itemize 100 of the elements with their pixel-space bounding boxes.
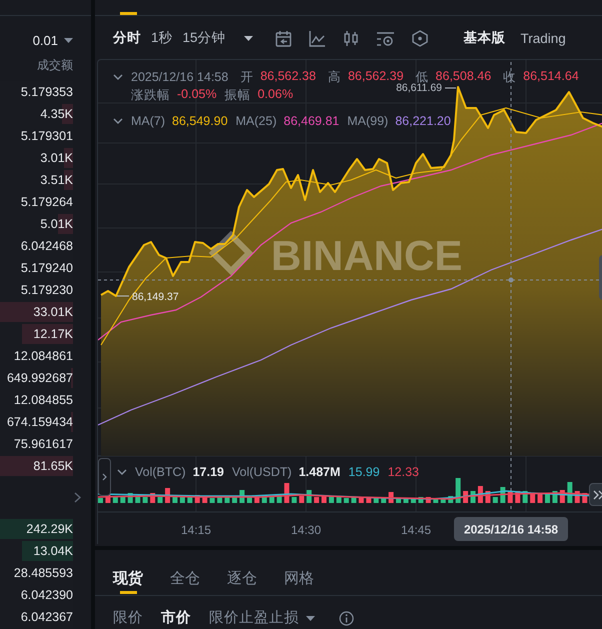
volume-bar bbox=[165, 488, 170, 503]
caret-down-icon[interactable] bbox=[244, 36, 253, 40]
volume-bar bbox=[567, 482, 572, 503]
watermark: BINANCE bbox=[208, 230, 462, 279]
tab-underline bbox=[120, 12, 137, 15]
ma-label: MA(7) bbox=[131, 114, 166, 128]
panel-toggle-button[interactable] bbox=[98, 458, 111, 496]
order-book-value: 6.042468 bbox=[20, 238, 73, 255]
chevron-down-icon[interactable] bbox=[113, 118, 123, 124]
ma-label: MA(25) bbox=[236, 114, 277, 128]
volume-bar bbox=[552, 491, 558, 503]
interval-tab[interactable]: 分时 bbox=[113, 29, 141, 47]
ma-value: 86,221.20 bbox=[395, 114, 451, 128]
volume-bar bbox=[172, 497, 178, 503]
legend-value: 86,562.39 bbox=[348, 68, 404, 82]
order-type-tab[interactable]: 限价止盈止损 bbox=[209, 609, 315, 627]
volume-bar bbox=[135, 497, 140, 503]
volume-bar bbox=[418, 497, 424, 503]
order-book-value: 242.29K bbox=[26, 521, 73, 538]
high-price-label: 86,611.69 bbox=[396, 82, 456, 94]
volume-bar bbox=[440, 498, 446, 503]
volume-bar bbox=[433, 498, 438, 503]
volume-bar bbox=[366, 498, 372, 503]
volume-bar bbox=[247, 497, 252, 503]
legend-value: -0.05% bbox=[177, 86, 217, 102]
trade-tab[interactable]: 网格 bbox=[284, 562, 314, 595]
order-book-value: 81.65K bbox=[33, 458, 73, 475]
volume-bar bbox=[388, 492, 394, 503]
volume-bar bbox=[142, 497, 148, 503]
volume-bar bbox=[158, 497, 163, 503]
volume-bar bbox=[344, 498, 349, 503]
volume-label: Vol(USDT) bbox=[232, 465, 292, 479]
order-type-tab[interactable]: 市价 bbox=[161, 609, 191, 627]
order-book-value: 6.042390 bbox=[20, 587, 73, 604]
caret-down-icon[interactable] bbox=[64, 38, 73, 42]
line-chart-icon[interactable] bbox=[308, 30, 326, 46]
volume-bar bbox=[463, 491, 468, 503]
legend-label: 低 bbox=[416, 68, 429, 84]
volume-bar bbox=[374, 498, 379, 503]
interval-tab[interactable]: 1秒 bbox=[151, 29, 173, 47]
calendar-icon[interactable] bbox=[274, 30, 292, 46]
order-book-value: 5.179301 bbox=[20, 128, 73, 145]
volume-bar bbox=[560, 490, 565, 503]
volume-bar bbox=[508, 491, 513, 503]
ma-value: 86,469.81 bbox=[284, 114, 340, 128]
chart-view-tab[interactable]: Trading bbox=[520, 29, 566, 47]
order-book-value: 5.179264 bbox=[20, 194, 73, 211]
volume-label: Vol(BTC) bbox=[135, 465, 186, 479]
legend-value: 86,514.64 bbox=[523, 68, 579, 84]
volume-bar bbox=[545, 493, 550, 503]
double-chevron-icon bbox=[593, 490, 602, 500]
volume-bar bbox=[403, 498, 408, 503]
volume-bar bbox=[269, 496, 274, 503]
order-book-value: 3.01K bbox=[40, 150, 73, 167]
order-book-value: 4.35K bbox=[40, 106, 73, 123]
chevron-down-icon[interactable] bbox=[117, 469, 127, 475]
volume-bar bbox=[574, 491, 580, 503]
volume-bar bbox=[240, 490, 245, 503]
trade-tab[interactable]: 全仓 bbox=[170, 562, 200, 595]
legend-label: 开 bbox=[240, 68, 254, 86]
order-book-value: 28.485593 bbox=[14, 565, 73, 582]
order-book-value: 5.01K bbox=[40, 216, 73, 233]
volume-bar bbox=[351, 497, 356, 503]
volume-bar bbox=[470, 491, 476, 503]
order-book-value: 13.04K bbox=[33, 543, 73, 560]
volume-bar bbox=[410, 498, 416, 503]
volume-bar bbox=[426, 497, 431, 503]
time-axis-label: 14:30 bbox=[290, 523, 322, 537]
order-book-value: 3.51K bbox=[40, 172, 73, 189]
order-book-value: 12.084861 bbox=[14, 348, 73, 365]
order-book-value: 674.159434 bbox=[6, 414, 73, 431]
list-settings-icon[interactable] bbox=[376, 30, 395, 46]
legend-label: 振幅 bbox=[224, 86, 251, 104]
order-book-value: 5.179240 bbox=[20, 260, 73, 277]
order-book-value: 649.992687 bbox=[6, 370, 73, 387]
order-book-value: 6.042367 bbox=[20, 609, 73, 626]
volume-bar bbox=[299, 496, 304, 503]
chevron-right-icon[interactable] bbox=[74, 492, 81, 502]
volume-value: 1.487M bbox=[298, 465, 340, 479]
volume-bar bbox=[120, 496, 126, 503]
expand-button[interactable] bbox=[589, 483, 602, 506]
candlestick-icon[interactable] bbox=[342, 30, 359, 46]
chart-view-tab[interactable]: 基本版 bbox=[464, 29, 506, 47]
interval-tab[interactable]: 15分钟 bbox=[182, 29, 226, 47]
caret-down-icon[interactable] bbox=[306, 616, 315, 620]
volume-bar bbox=[232, 497, 238, 503]
info-icon[interactable] bbox=[339, 610, 354, 626]
volume-bar bbox=[284, 483, 290, 503]
hexagon-icon[interactable] bbox=[412, 30, 428, 46]
precision-dropdown[interactable]: 0.01 bbox=[32, 29, 73, 51]
trade-tab[interactable]: 现货 bbox=[113, 562, 143, 595]
trade-tab[interactable]: 逐仓 bbox=[227, 562, 257, 595]
legend-label: 收 bbox=[503, 68, 516, 86]
volume-bar bbox=[217, 497, 222, 503]
volume-bar bbox=[396, 498, 401, 503]
volume-bar bbox=[328, 496, 334, 503]
chevron-down-icon[interactable] bbox=[113, 74, 123, 80]
chevron-right-icon bbox=[102, 473, 107, 481]
column-header: 成交额 bbox=[36, 57, 74, 74]
order-type-tab[interactable]: 限价 bbox=[113, 609, 143, 627]
